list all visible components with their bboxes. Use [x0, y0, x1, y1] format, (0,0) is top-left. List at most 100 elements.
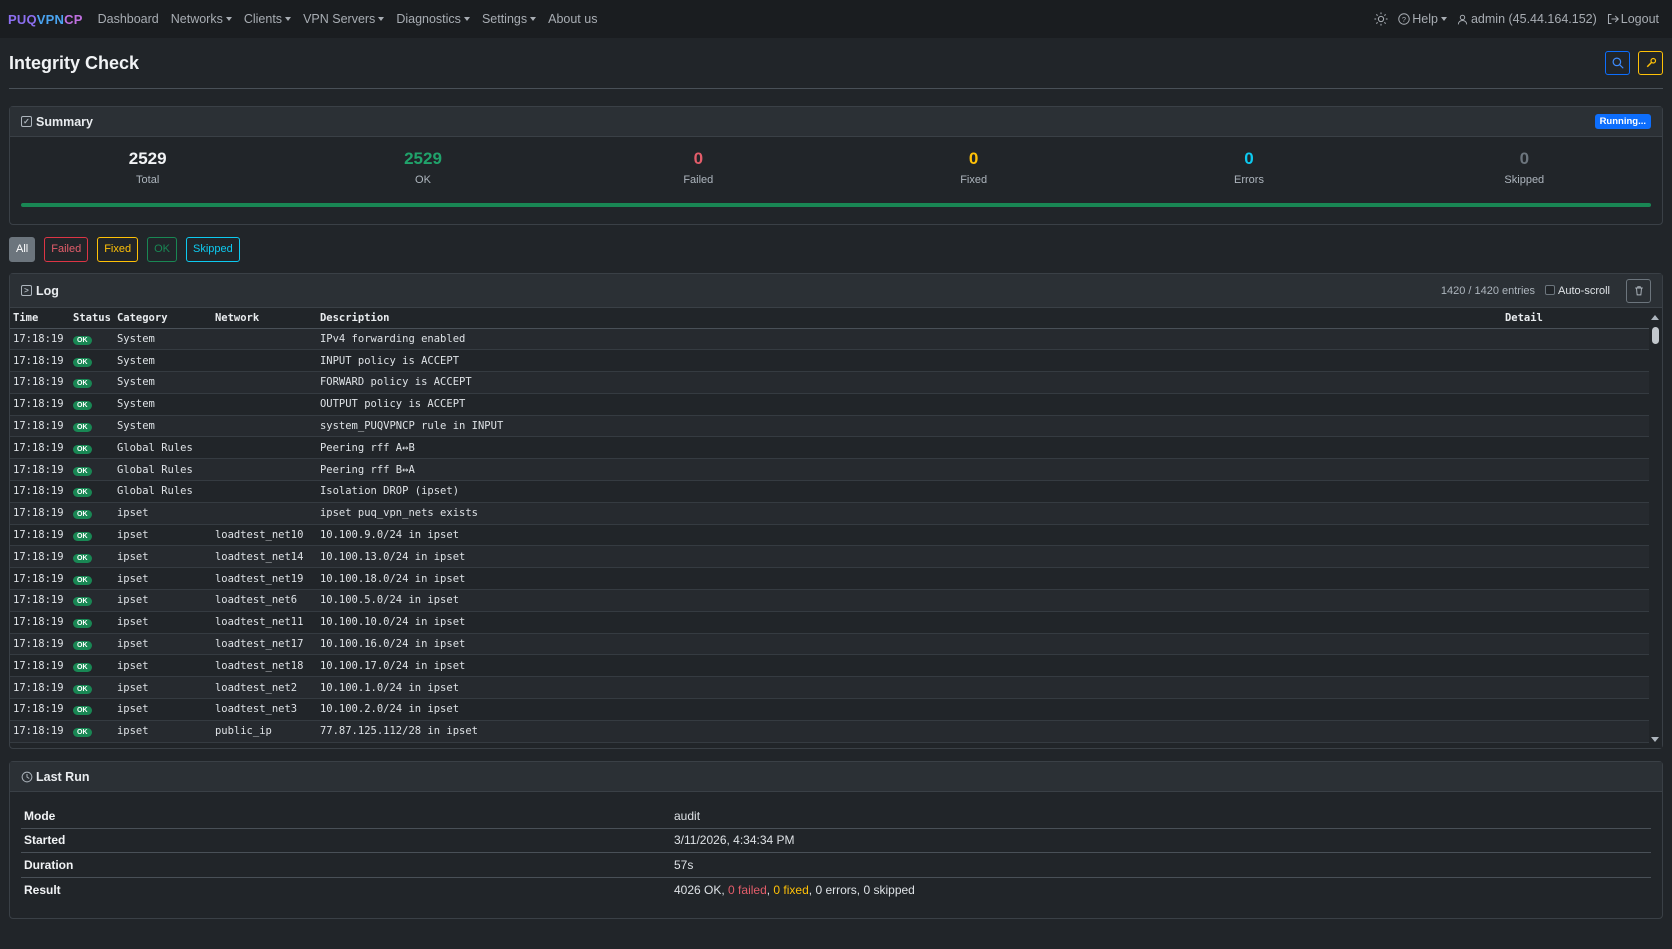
nav-user-label: admin (45.44.164.152): [1470, 12, 1597, 26]
clear-log-button[interactable]: [1626, 278, 1651, 303]
log-detail: [1501, 480, 1650, 503]
last-run-card: Last Run Mode audit Started 3/11/2026, 4:3…: [9, 761, 1663, 919]
log-description: 77.87.125.112/28 in ipset: [316, 720, 1502, 743]
log-detail: [1501, 393, 1650, 416]
log-description: IPv4 forwarding enabled: [316, 328, 1502, 351]
filter-skipped-button[interactable]: Skipped: [186, 237, 240, 262]
last-run-started-row: Started 3/11/2026, 4:34:34 PM: [21, 829, 1651, 853]
log-detail: [1501, 502, 1650, 525]
log-category: ipset: [113, 524, 212, 547]
filter-failed-button[interactable]: Failed: [44, 237, 89, 262]
nav-dashboard[interactable]: Dashboard: [98, 12, 159, 26]
result-fixed: 0 fixed: [773, 882, 809, 897]
nav-help-dropdown[interactable]: ? Help: [1398, 12, 1447, 26]
col-category: Category: [113, 309, 212, 329]
log-network: [211, 436, 317, 460]
nav-settings-dropdown[interactable]: Settings: [482, 12, 537, 26]
col-status: Status: [70, 309, 114, 329]
autoscroll-toggle[interactable]: Auto-scroll: [1545, 284, 1610, 297]
log-status: OK: [70, 676, 114, 700]
nav-vpn-servers-dropdown[interactable]: VPN Servers: [303, 12, 385, 26]
summary-title-text: Summary: [36, 114, 93, 129]
brand-logo[interactable]: PUQVPNCP: [8, 12, 83, 27]
mode-label: Mode: [24, 808, 56, 823]
log-detail: [1501, 567, 1650, 591]
log-category: ipset: [113, 720, 212, 743]
log-detail: [1501, 524, 1650, 547]
stat-fixed: 0 Fixed: [836, 149, 1111, 193]
nav-clients-dropdown[interactable]: Clients: [243, 12, 292, 26]
log-status: OK: [70, 328, 114, 351]
log-status: OK: [70, 349, 114, 373]
search-button[interactable]: [1605, 51, 1630, 75]
log-description: FORWARD policy is ACCEPT: [316, 371, 1502, 394]
log-time: 17:18:19: [10, 720, 70, 743]
nav-clients-label: Clients: [243, 12, 283, 26]
log-category: ipset: [113, 589, 212, 612]
nav-about-us[interactable]: About us: [548, 12, 597, 26]
stat-skipped: 0 Skipped: [1387, 149, 1662, 193]
log-time: 17:18:19: [10, 589, 70, 612]
theme-toggle-button[interactable]: [1374, 12, 1388, 26]
scroll-down-arrow-icon[interactable]: [1651, 737, 1659, 742]
log-network: loadtest_net2: [211, 676, 317, 700]
fix-button[interactable]: [1638, 51, 1663, 75]
log-network: [211, 328, 317, 351]
log-description: OUTPUT policy is ACCEPT: [316, 393, 1502, 416]
log-category: Global Rules: [113, 458, 212, 482]
table-row: 17:18:19 OK Global Rules Isolation DROP (ip…: [10, 480, 1650, 503]
result-errors: 0 errors: [815, 882, 857, 897]
status-ok-badge: OK: [73, 597, 92, 607]
table-row: 17:18:19 OK ipset loadtest_net14 10.100.13.0…: [10, 545, 1650, 569]
svg-text:?: ?: [1402, 15, 1406, 24]
logout-button[interactable]: Logout: [1607, 12, 1659, 26]
log-description: 10.100.10.0/24 in ipset: [316, 611, 1502, 634]
scroll-thumb[interactable]: [1652, 327, 1659, 344]
log-body: 17:18:19 OK System IPv4 forwarding enabled 1…: [10, 328, 1650, 748]
log-status: OK: [70, 371, 114, 394]
filter-all-button[interactable]: All: [9, 237, 36, 262]
clipboard-check-icon: ✓: [21, 116, 32, 127]
log-description: 10.100.5.0/24 in ipset: [316, 589, 1502, 612]
log-description: INPUT policy is ACCEPT: [316, 349, 1502, 373]
filter-ok-button[interactable]: OK: [147, 237, 178, 262]
nav-diagnostics-dropdown[interactable]: Diagnostics: [396, 12, 470, 26]
page-header: Integrity Check: [9, 38, 1663, 89]
stat-fixed-label: Fixed: [960, 174, 988, 186]
log-scrollbar[interactable]: [1649, 309, 1662, 748]
scroll-up-arrow-icon[interactable]: [1651, 315, 1659, 320]
log-network: [211, 415, 317, 438]
log-time: 17:18:19: [10, 524, 70, 547]
log-time: 17:18:19: [10, 436, 70, 460]
log-status: OK: [70, 633, 114, 656]
log-category: System: [113, 328, 212, 351]
log-network: [211, 393, 317, 416]
filter-fixed-button[interactable]: Fixed: [97, 237, 139, 262]
log-detail: [1501, 349, 1650, 373]
log-description: ipset puq_vpn_nets exists: [316, 502, 1502, 525]
log-description: 10.100.2.0/24 in ipset: [316, 698, 1502, 721]
log-category: ipset: [113, 502, 212, 525]
log-description: system_PUQVPNCP rule in INPUT: [316, 415, 1502, 438]
search-icon: [1612, 57, 1624, 69]
autoscroll-checkbox[interactable]: [1545, 284, 1556, 295]
table-row: 17:18:19 OK ipset ipset puq_vpn_nets exists: [10, 502, 1650, 525]
log-network: loadtest_net11: [211, 611, 317, 634]
stat-failed: 0 Failed: [561, 149, 836, 193]
nav-networks-dropdown[interactable]: Networks: [171, 12, 232, 26]
summary-card: ✓ Summary Running... 2529 Total 2529 OK 0 F…: [9, 106, 1663, 225]
nav-user[interactable]: admin (45.44.164.152): [1457, 12, 1597, 26]
result-failed: 0 failed: [728, 882, 767, 897]
log-status: OK: [70, 502, 114, 525]
status-ok-badge: OK: [73, 532, 92, 542]
table-row: 17:18:19 OK ipset loadtest_net2 10.100.1.0/2…: [10, 676, 1650, 700]
brand-part-2: VPN: [36, 11, 65, 27]
stat-total: 2529 Total: [10, 149, 285, 193]
caret-down-icon: [463, 17, 470, 21]
table-row: 17:18:19 OK System FORWARD policy is ACCEPT: [10, 371, 1650, 394]
log-description: 10.100.17.0/24 in ipset: [316, 654, 1502, 678]
log-time: 17:18:19: [10, 654, 70, 678]
col-detail: Detail: [1501, 309, 1650, 329]
progress-bar: [21, 203, 1651, 207]
status-badge: Running...: [1594, 114, 1651, 129]
